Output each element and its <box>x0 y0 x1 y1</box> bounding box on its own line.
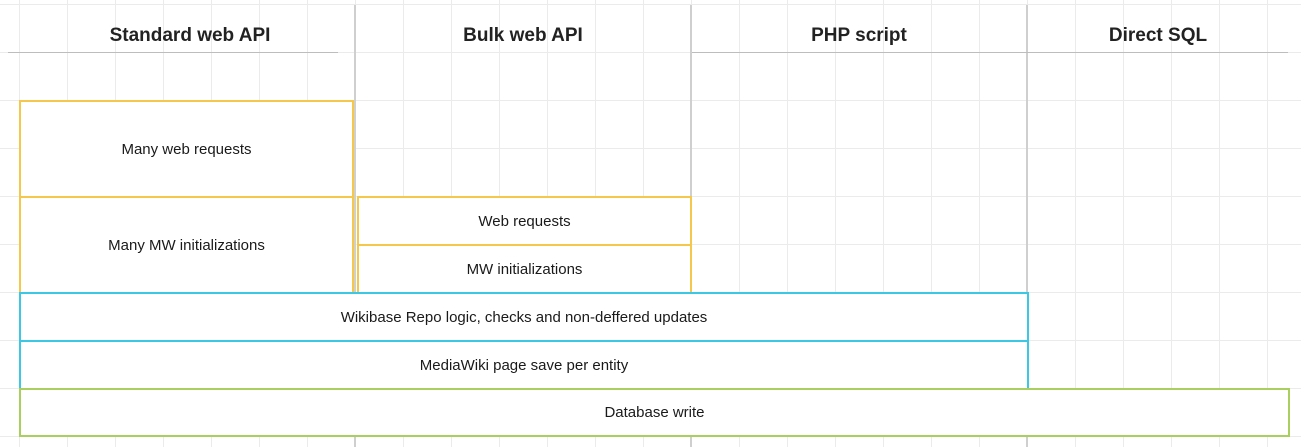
box-mw-initializations: MW initializations <box>357 244 692 294</box>
box-database-write: Database write <box>19 388 1290 437</box>
box-label: MW initializations <box>466 260 583 278</box>
box-label: Many web requests <box>121 140 252 158</box>
header-underline-standard <box>8 52 338 53</box>
box-many-web-requests: Many web requests <box>19 100 354 198</box>
box-label: Wikibase Repo logic, checks and non-deff… <box>340 308 708 326</box>
column-title-standard-web-api: Standard web API <box>109 25 271 46</box>
column-title-bulk-web-api: Bulk web API <box>463 25 583 46</box>
column-title-direct-sql: Direct SQL <box>1108 25 1208 46</box>
box-mediawiki-page-save: MediaWiki page save per entity <box>19 340 1029 390</box>
column-title-php-script: PHP script <box>811 25 907 46</box>
box-web-requests: Web requests <box>357 196 692 246</box>
header-underline-rest <box>692 52 1288 53</box>
box-many-mw-initializations: Many MW initializations <box>19 196 354 294</box>
box-wikibase-repo-logic: Wikibase Repo logic, checks and non-deff… <box>19 292 1029 342</box>
box-label: Database write <box>604 404 705 421</box>
box-label: Web requests <box>478 212 571 230</box>
box-label: MediaWiki page save per entity <box>419 356 629 374</box>
diagram-canvas: { "columns": [ {"title": "Standard web A… <box>0 0 1301 447</box>
box-label: Many MW initializations <box>108 236 265 254</box>
